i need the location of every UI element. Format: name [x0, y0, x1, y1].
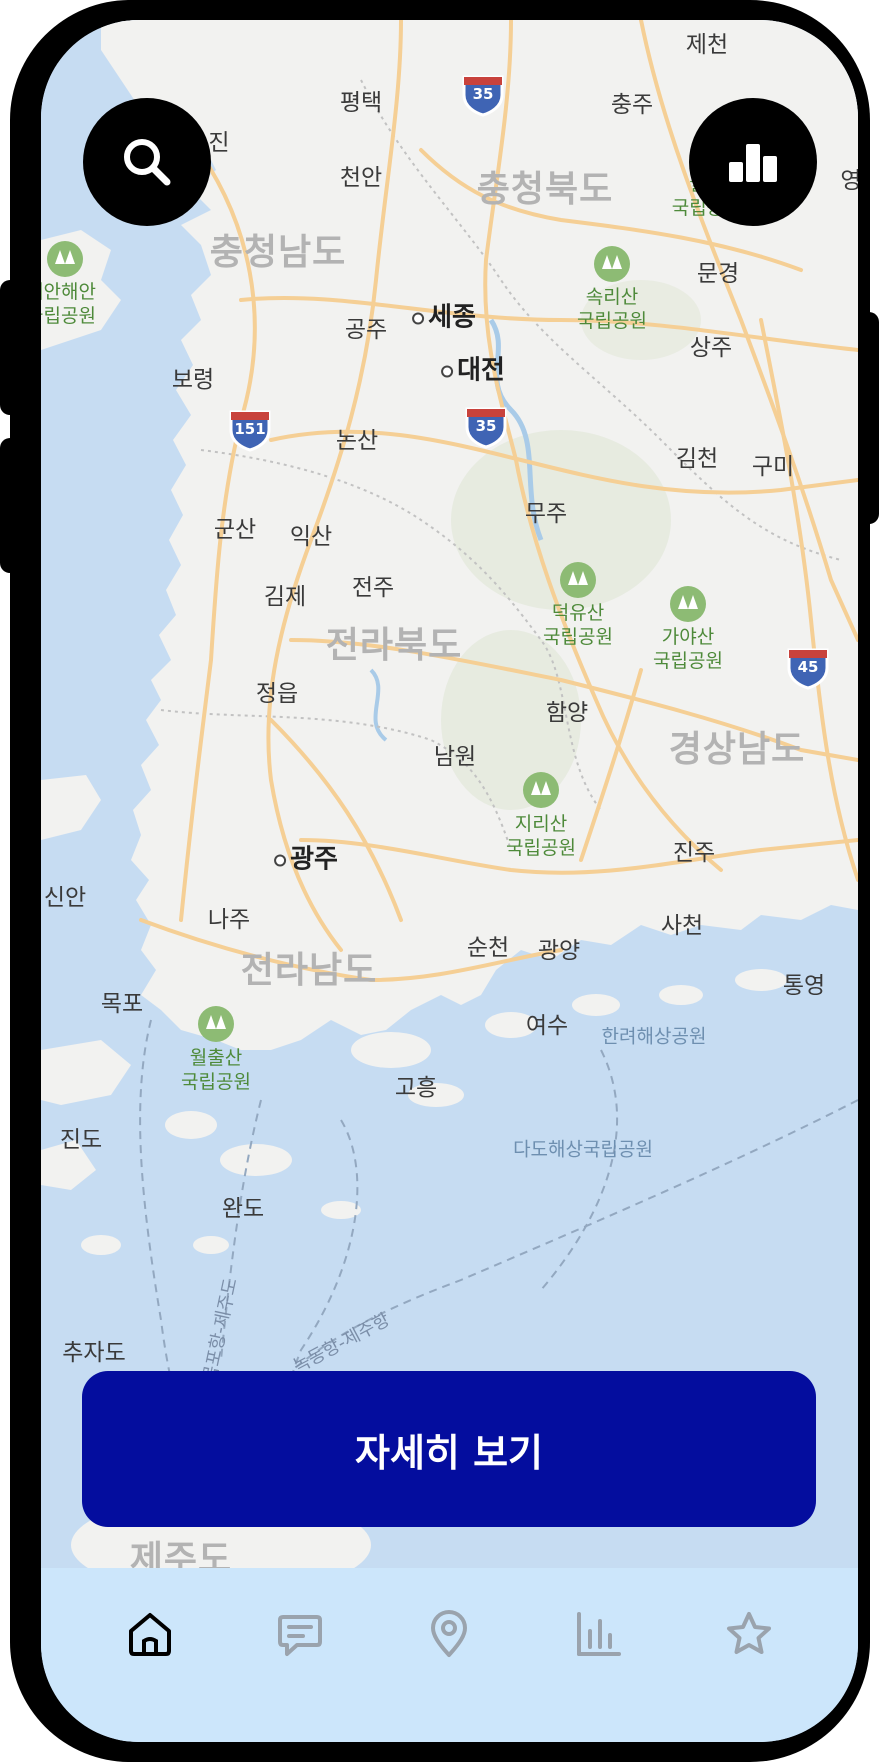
city-label: 김천: [675, 446, 719, 472]
city-label: 함양: [545, 700, 589, 726]
city-label: 완도: [221, 1196, 265, 1222]
highway-shield-icon: 45: [785, 646, 831, 690]
national-park-icon: [594, 246, 630, 282]
national-park-icon: [670, 586, 706, 622]
city-label: 여수: [525, 1013, 569, 1039]
city-label: 익산: [289, 524, 333, 550]
highway-number: 151: [234, 420, 266, 438]
city-label: 통영: [782, 973, 826, 999]
city-label: 진: [208, 130, 230, 156]
park-label: 가야산 국립공원: [653, 626, 723, 672]
city-label: 무주: [524, 501, 568, 527]
sea-park-label: 다도해상국립공원: [513, 1138, 653, 1161]
city-label: 제천: [685, 32, 729, 58]
city-label-sejong: 세종: [412, 297, 476, 334]
national-park-icon: [47, 241, 83, 277]
phone-frame: 충청남도 충청북도 전라북도 전라남도 경상남도 제주도 세종 대전 광주 제천…: [10, 0, 870, 1762]
nav-home[interactable]: [122, 1606, 178, 1662]
national-park-icon: [198, 1006, 234, 1042]
city-label: 보령: [171, 367, 215, 393]
highway-shield-icon: 35: [460, 73, 506, 117]
highway-shield-icon: 151: [227, 408, 273, 452]
bar-chart-icon: [577, 1612, 622, 1656]
chat-icon: [277, 1615, 322, 1656]
city-label: 공주: [344, 317, 388, 343]
province-label: 전라남도: [240, 950, 378, 991]
province-label: 경상남도: [668, 729, 806, 770]
city-label: 남원: [433, 744, 477, 770]
nav-location[interactable]: [421, 1606, 477, 1662]
city-label: 고흥: [394, 1075, 438, 1101]
province-label: 충청북도: [476, 169, 614, 210]
view-details-button[interactable]: 자세히 보기: [82, 1371, 816, 1527]
phone-screen: 충청남도 충청북도 전라북도 전라남도 경상남도 제주도 세종 대전 광주 제천…: [41, 20, 858, 1742]
park-label: 속리산 국립공원: [577, 286, 647, 332]
national-park-icon: [560, 562, 596, 598]
bottom-navigation: [41, 1568, 858, 1742]
search-icon: [124, 139, 171, 186]
city-label-daejeon: 대전: [441, 350, 505, 387]
city-label: 군산: [213, 517, 257, 543]
city-label: 천안: [339, 165, 383, 191]
city-label: 목포: [100, 991, 144, 1017]
city-label: 순천: [466, 935, 510, 961]
city-label: 김제: [263, 584, 307, 610]
bar-chart-icon: [729, 144, 777, 182]
park-label: 지리산 국립공원: [506, 813, 576, 859]
city-label: 광양: [537, 938, 581, 964]
park-label: 덕유산 국립공원: [543, 602, 613, 648]
location-pin-icon: [431, 1610, 468, 1657]
sea-park-label: 한려해상공원: [601, 1025, 707, 1048]
nav-chat[interactable]: [272, 1606, 328, 1662]
nav-stats[interactable]: [571, 1606, 627, 1662]
city-label: 상주: [689, 335, 733, 361]
highway-number: 35: [472, 85, 494, 103]
city-label: 문경: [696, 261, 740, 287]
national-park-icon: [523, 772, 559, 808]
highway-number: 45: [797, 658, 819, 676]
city-label: 진주: [672, 840, 716, 866]
stats-button[interactable]: [689, 98, 817, 226]
map[interactable]: 충청남도 충청북도 전라북도 전라남도 경상남도 제주도 세종 대전 광주 제천…: [41, 20, 858, 1580]
city-label: 정읍: [255, 681, 299, 707]
city-label: 영: [840, 168, 858, 194]
province-label: 전라북도: [325, 625, 463, 666]
city-label: 충주: [610, 92, 654, 118]
nav-favorites[interactable]: [721, 1606, 777, 1662]
park-label: 월출산 국립공원: [181, 1047, 251, 1093]
city-label: 전주: [351, 575, 395, 601]
city-label: 나주: [207, 907, 251, 933]
city-label: 평택: [339, 90, 383, 116]
highway-shield-icon: 35: [463, 405, 509, 449]
city-label: 논산: [335, 428, 379, 454]
city-label: 신안: [43, 885, 87, 911]
city-label: 추자도: [62, 1340, 126, 1366]
city-label: 진도: [59, 1127, 103, 1153]
highway-number: 35: [475, 417, 497, 435]
city-label: 사천: [660, 913, 704, 939]
province-label: 충청남도: [209, 232, 347, 273]
city-label-gwangju: 광주: [274, 839, 338, 876]
star-icon: [727, 1612, 772, 1654]
city-label: 구미: [751, 454, 795, 480]
home-icon: [128, 1613, 171, 1656]
park-label: 태안해안 국립공원: [41, 281, 96, 327]
search-button[interactable]: [83, 98, 211, 226]
